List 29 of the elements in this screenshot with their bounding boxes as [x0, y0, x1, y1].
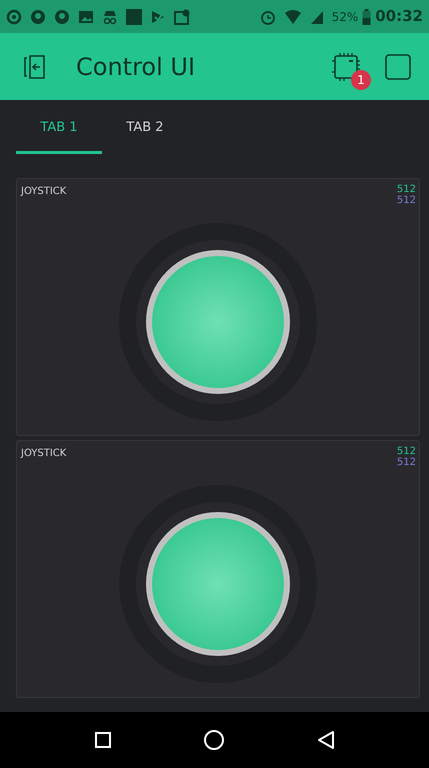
- square-icon: [126, 8, 142, 24]
- wifi-icon: [284, 8, 302, 24]
- status-time: 00:32: [375, 6, 423, 28]
- x-value: 512: [396, 446, 416, 457]
- battery-icon: [362, 8, 372, 24]
- tab[interactable]: TAB 2: [102, 118, 188, 154]
- pin-circle-icon: [30, 8, 46, 24]
- glasses-icon: [102, 8, 118, 24]
- check-icon: [150, 8, 166, 24]
- alarm-icon: [260, 8, 276, 24]
- y-value: 512: [396, 195, 416, 206]
- widget-label: JOYSTICK: [21, 447, 66, 461]
- widget-label: JOYSTICK: [21, 185, 66, 199]
- joystick-knob[interactable]: [118, 484, 318, 684]
- tab[interactable]: TAB 1: [16, 118, 102, 154]
- notification-badge: 1: [351, 70, 371, 90]
- y-value: 512: [396, 457, 416, 468]
- image-icon: [78, 8, 94, 24]
- square-icon[interactable]: [385, 54, 411, 80]
- x-value: 512: [396, 184, 416, 195]
- home-icon[interactable]: [202, 729, 224, 751]
- pin-circle-icon: [54, 8, 70, 24]
- signal-icon: [310, 8, 324, 24]
- joystick-knob[interactable]: [118, 222, 318, 422]
- back-icon[interactable]: [316, 730, 336, 750]
- app-title: Control UI: [76, 52, 196, 82]
- recents-icon[interactable]: [94, 731, 112, 749]
- battery-percent: 52%: [332, 8, 358, 26]
- exit-icon[interactable]: [22, 54, 48, 80]
